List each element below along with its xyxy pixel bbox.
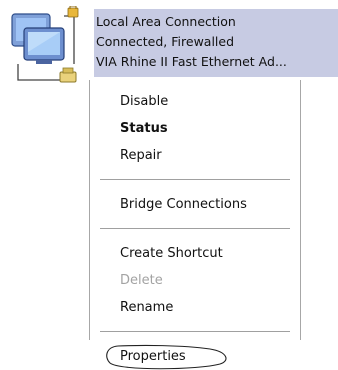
menu-item-create-shortcut[interactable]: Create Shortcut [90,240,300,267]
connection-name: Local Area Connection [96,14,236,29]
menu-item-disable[interactable]: Disable [90,88,300,115]
context-menu: Disable Status Repair Bridge Connections… [89,80,301,370]
menu-separator [100,331,290,332]
menu-item-repair[interactable]: Repair [90,142,300,169]
network-connection-icon[interactable] [6,5,92,90]
menu-separator [100,179,290,180]
menu-item-rename[interactable]: Rename [90,294,300,321]
menu-item-properties-label: Properties [120,349,186,364]
connection-status: Connected, Firewalled [96,34,235,49]
menu-item-delete: Delete [120,273,163,288]
menu-separator [100,228,290,229]
menu-item-bridge-connections[interactable]: Bridge Connections [90,191,300,218]
menu-item-status[interactable]: Status [90,115,300,142]
connection-device: VIA Rhine II Fast Ethernet Ad... [96,54,287,69]
menu-item-properties[interactable]: Properties [90,343,300,370]
connection-label[interactable]: Local Area Connection Connected, Firewal… [94,9,338,77]
